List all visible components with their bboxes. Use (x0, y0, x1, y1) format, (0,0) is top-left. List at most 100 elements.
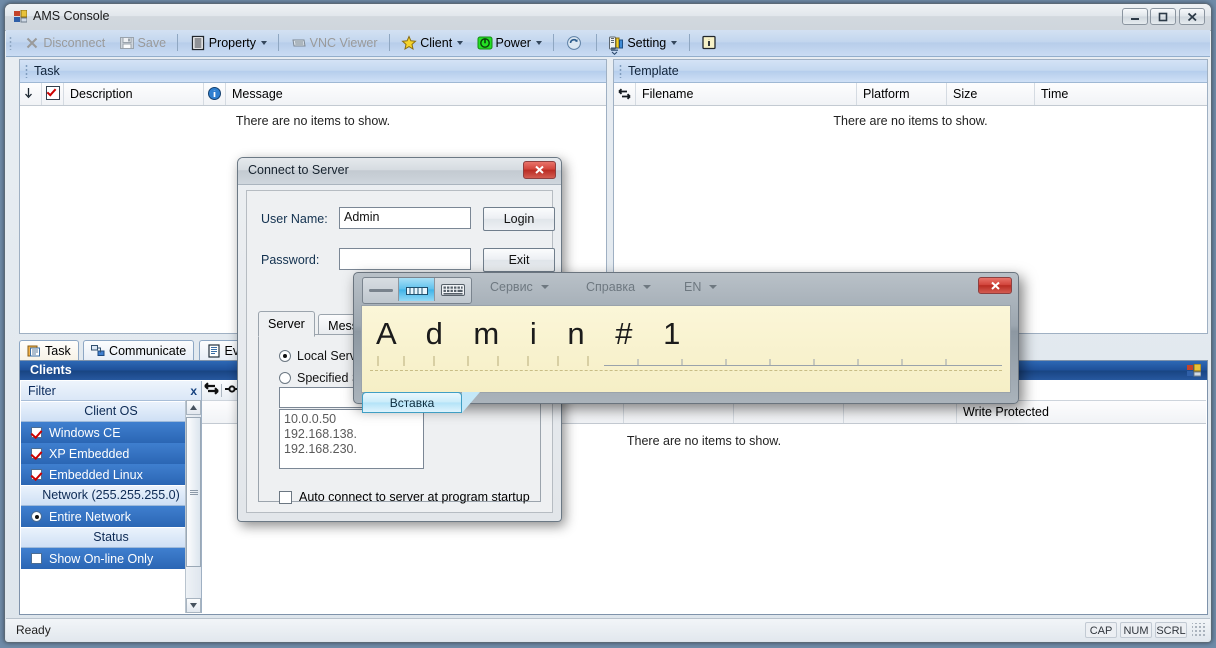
character-tick-marks (377, 356, 1002, 366)
ink-line: A d m i n # 1 (376, 316, 1002, 366)
toolbar-power-button[interactable]: Power (472, 30, 547, 56)
writing-line-icon[interactable] (363, 278, 399, 301)
app-icon (14, 9, 28, 23)
toolbar-info-button[interactable] (696, 30, 725, 56)
menu-language[interactable]: EN (684, 280, 718, 294)
toolbar-disconnect-button[interactable]: Disconnect (19, 30, 110, 56)
chevron-down-icon[interactable] (540, 285, 549, 289)
scroll-down-button[interactable] (186, 598, 201, 613)
scroll-up-button[interactable] (186, 400, 201, 415)
maximize-button[interactable] (1150, 8, 1176, 25)
filter-item-label: Windows CE (49, 425, 121, 440)
resize-grip-icon[interactable] (1192, 623, 1206, 637)
template-pane-caption: Template (614, 60, 1207, 83)
menu-label: Справка (586, 280, 636, 294)
task-col-sort[interactable] (20, 83, 42, 105)
communicate-icon (91, 344, 105, 358)
chevron-down-icon[interactable] (671, 41, 678, 45)
onscreen-keyboard-icon[interactable] (435, 278, 471, 301)
template-col-size[interactable]: Size (947, 83, 1035, 105)
checkbox-icon[interactable] (31, 469, 42, 480)
handwriting-write-area[interactable]: A d m i n # 1 (361, 305, 1011, 393)
auto-connect-checkbox-row[interactable]: Auto connect to server at program startu… (279, 490, 530, 504)
filter-item-embedded-linux[interactable]: Embedded Linux (21, 464, 201, 485)
radio-icon[interactable] (279, 350, 291, 362)
close-button[interactable] (1179, 8, 1205, 25)
filter-item-windows-ce[interactable]: Windows CE (21, 422, 201, 443)
toolbar-label: Save (137, 36, 167, 50)
input-mode-group (362, 277, 472, 304)
menu-service[interactable]: Сервис (490, 280, 549, 294)
title-bar: AMS Console (5, 4, 1211, 31)
server-list-item[interactable]: 192.168.230. (284, 442, 423, 457)
client-col-f[interactable] (734, 401, 844, 423)
template-col-platform[interactable]: Platform (857, 83, 947, 105)
checkbox-icon[interactable] (279, 490, 292, 504)
filter-header: Filter x (21, 381, 201, 401)
filter-item-label: Entire Network (49, 509, 131, 524)
toolbar-overflow-button[interactable] (610, 44, 619, 56)
exit-button[interactable]: Exit (483, 248, 555, 272)
password-input[interactable] (339, 248, 471, 270)
radio-icon[interactable] (279, 372, 291, 384)
template-col-sort[interactable] (614, 83, 636, 105)
tab-task[interactable]: Task (19, 340, 79, 361)
task-col-message[interactable]: Message (226, 83, 606, 105)
menu-help[interactable]: Справка (586, 280, 652, 294)
writing-pad-icon[interactable] (399, 278, 435, 301)
save-icon (119, 35, 135, 51)
chevron-down-icon[interactable] (260, 41, 267, 45)
chevron-down-icon[interactable] (643, 285, 652, 289)
toolbar-refresh-button[interactable] (561, 30, 590, 56)
checkbox-icon[interactable] (31, 553, 42, 564)
checkbox-icon[interactable] (31, 448, 42, 459)
tab-label: Communicate (109, 344, 187, 358)
chevron-down-icon[interactable] (535, 41, 542, 45)
login-button[interactable]: Login (483, 207, 555, 231)
status-scrl-indicator: SCRL (1155, 622, 1187, 638)
filter-item-xp-embedded[interactable]: XP Embedded (21, 443, 201, 464)
template-col-filename[interactable]: Filename (636, 83, 857, 105)
tab-communicate[interactable]: Communicate (83, 340, 195, 361)
server-list-item[interactable]: 192.168.138. (284, 427, 423, 442)
insert-button[interactable]: Вставка (362, 392, 462, 413)
filter-scrollbar[interactable] (185, 400, 201, 613)
user-name-input[interactable]: Admin (339, 207, 471, 229)
client-col-g[interactable] (844, 401, 957, 423)
task-pane-caption: Task (20, 60, 606, 83)
tab-label: Task (45, 344, 71, 358)
client-col-e[interactable] (624, 401, 734, 423)
input-panel-close-button[interactable] (978, 277, 1012, 294)
swap-icon[interactable] (204, 382, 219, 399)
toolbar-separator (595, 34, 597, 51)
task-col-description[interactable]: Description (64, 83, 204, 105)
filter-item-show-online-only[interactable]: Show On-line Only (21, 548, 201, 569)
tab-server[interactable]: Server (258, 311, 315, 337)
status-bar: Ready CAP NUM SCRL (6, 618, 1210, 641)
toolbar-client-button[interactable]: Client (396, 30, 468, 56)
checkbox-icon[interactable] (31, 427, 42, 438)
toolbar-property-button[interactable]: Property (185, 30, 272, 56)
radio-icon[interactable] (31, 511, 42, 522)
minimize-button[interactable] (1122, 8, 1148, 25)
close-icon[interactable]: x (190, 384, 197, 398)
user-name-label: User Name: (261, 212, 328, 226)
filter-toolbar-separator (221, 384, 222, 397)
chevron-down-icon[interactable] (457, 41, 464, 45)
server-list-item[interactable]: 10.0.0.50 (284, 412, 423, 427)
toolbar-separator (553, 34, 555, 51)
toolbar-save-button[interactable]: Save (114, 30, 172, 56)
toolbar-vnc-viewer-button[interactable]: VNC Viewer (286, 30, 383, 56)
task-icon (27, 344, 41, 358)
main-toolbar: Disconnect Save Property VNC Viewer Clie… (6, 30, 1210, 57)
chevron-down-icon[interactable] (709, 285, 718, 289)
client-col-write-protected[interactable]: Write Protected (957, 401, 1206, 423)
task-col-check[interactable] (42, 83, 64, 105)
clients-icon (1187, 363, 1202, 377)
filter-item-entire-network[interactable]: Entire Network (21, 506, 201, 527)
server-list[interactable]: 10.0.0.50 192.168.138. 192.168.230. (279, 409, 424, 469)
toolbar-grip[interactable] (9, 36, 12, 50)
scrollbar-thumb[interactable] (186, 417, 201, 567)
dialog-close-button[interactable] (523, 161, 556, 179)
template-col-time[interactable]: Time (1035, 83, 1207, 105)
